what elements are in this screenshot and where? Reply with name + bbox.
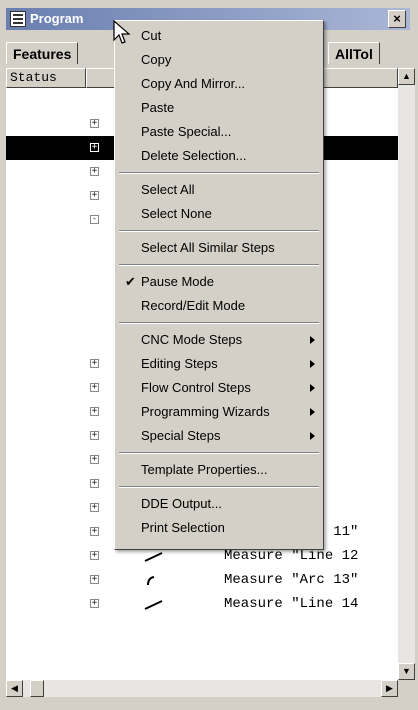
table-row[interactable]: + Measure "Arc 13" <box>6 568 398 592</box>
submenu-arrow-icon <box>310 336 315 344</box>
menu-item-programming-wizards[interactable]: Programming Wizards <box>115 401 323 423</box>
tab-alltol[interactable]: AllTol <box>328 42 380 64</box>
expand-icon[interactable]: + <box>90 479 99 488</box>
expand-icon[interactable]: + <box>90 527 99 536</box>
scroll-left-button[interactable]: ◀ <box>6 680 23 697</box>
expand-icon[interactable]: + <box>90 455 99 464</box>
menu-item-special-steps[interactable]: Special Steps <box>115 425 323 447</box>
horizontal-scrollbar[interactable]: ◀ ▶ <box>6 680 398 697</box>
menu-item-label: Editing Steps <box>141 356 218 371</box>
vertical-scrollbar[interactable]: ▲ ▼ <box>398 68 415 680</box>
menu-separator <box>119 264 319 266</box>
expand-icon[interactable]: + <box>90 119 99 128</box>
line-feature-icon <box>144 552 163 562</box>
menu-item-record-edit-mode[interactable]: Record/Edit Mode <box>115 295 323 317</box>
menu-item-delete-selection[interactable]: Delete Selection... <box>115 145 323 167</box>
menu-item-label: Select All <box>141 182 195 197</box>
expand-icon[interactable]: + <box>90 191 99 200</box>
submenu-arrow-icon <box>310 408 315 416</box>
expand-icon[interactable]: + <box>90 503 99 512</box>
context-menu: Cut Copy Copy And Mirror... Paste Paste Spec… <box>114 20 324 550</box>
menu-item-label: Cut <box>141 28 162 43</box>
menu-separator <box>119 230 319 232</box>
menu-separator <box>119 172 319 174</box>
menu-item-flow-control-steps[interactable]: Flow Control Steps <box>115 377 323 399</box>
expand-icon[interactable]: + <box>90 143 99 152</box>
submenu-arrow-icon <box>310 432 315 440</box>
menu-item-label: Paste <box>141 100 175 115</box>
menu-item-dde-output[interactable]: DDE Output... <box>115 493 323 515</box>
menu-item-editing-steps[interactable]: Editing Steps <box>115 353 323 375</box>
expand-icon[interactable]: + <box>90 551 99 560</box>
menu-item-label: Copy And Mirror... <box>141 76 246 91</box>
scroll-thumb[interactable] <box>30 680 44 697</box>
arc-feature-icon <box>147 576 155 586</box>
expand-icon[interactable]: + <box>90 575 99 584</box>
menu-separator <box>119 322 319 324</box>
menu-separator <box>119 452 319 454</box>
line-feature-icon <box>144 600 163 610</box>
menu-item-label: Select All Similar Steps <box>141 240 275 255</box>
menu-item-label: Select None <box>141 206 212 221</box>
window-title: Program <box>30 11 84 26</box>
step-label: Measure "Arc 13" <box>224 572 359 588</box>
menu-item-label: CNC Mode Steps <box>141 332 243 347</box>
expand-icon[interactable]: + <box>90 383 99 392</box>
menu-item-label: Delete Selection... <box>141 148 247 163</box>
column-header-status[interactable]: Status <box>6 68 86 88</box>
menu-item-copy[interactable]: Copy <box>115 49 323 71</box>
table-row[interactable]: + Measure "Line 14 <box>6 592 398 616</box>
menu-item-print-selection[interactable]: Print Selection <box>115 517 323 539</box>
submenu-arrow-icon <box>310 384 315 392</box>
scroll-down-button[interactable]: ▼ <box>398 663 415 680</box>
menu-item-select-all[interactable]: Select All <box>115 179 323 201</box>
menu-item-paste[interactable]: Paste <box>115 97 323 119</box>
menu-item-label: Special Steps <box>141 428 221 443</box>
menu-item-label: Programming Wizards <box>141 404 270 419</box>
menu-item-label: DDE Output... <box>141 496 222 511</box>
menu-item-label: Paste Special... <box>141 124 232 139</box>
collapse-icon[interactable]: - <box>90 215 99 224</box>
checkmark-icon: ✔ <box>125 274 136 289</box>
menu-item-pause-mode[interactable]: ✔ Pause Mode <box>115 271 323 293</box>
expand-icon[interactable]: + <box>90 167 99 176</box>
menu-item-cnc-mode-steps[interactable]: CNC Mode Steps <box>115 329 323 351</box>
menu-item-copy-and-mirror[interactable]: Copy And Mirror... <box>115 73 323 95</box>
mouse-pointer-icon <box>113 20 131 44</box>
expand-icon[interactable]: + <box>90 431 99 440</box>
program-window: Program × Features AllTol Status roperti… <box>0 0 418 710</box>
menu-item-label: Flow Control Steps <box>141 380 251 395</box>
expand-icon[interactable]: + <box>90 359 99 368</box>
menu-item-template-properties[interactable]: Template Properties... <box>115 459 323 481</box>
menu-item-label: Record/Edit Mode <box>141 298 246 313</box>
scroll-right-button[interactable]: ▶ <box>381 680 398 697</box>
menu-item-select-none[interactable]: Select None <box>115 203 323 225</box>
expand-icon[interactable]: + <box>90 407 99 416</box>
menu-item-label: Pause Mode <box>141 274 214 289</box>
menu-item-label: Template Properties... <box>141 462 268 477</box>
tab-features[interactable]: Features <box>6 42 79 64</box>
menu-separator <box>119 486 319 488</box>
scroll-up-button[interactable]: ▲ <box>398 68 415 85</box>
program-list-icon <box>10 11 26 27</box>
submenu-arrow-icon <box>310 360 315 368</box>
menu-item-label: Copy <box>141 52 172 67</box>
menu-item-select-all-similar-steps[interactable]: Select All Similar Steps <box>115 237 323 259</box>
close-button[interactable]: × <box>388 10 406 28</box>
menu-item-cut[interactable]: Cut <box>115 25 323 47</box>
step-label: Measure "Line 14 <box>224 596 359 612</box>
menu-item-paste-special[interactable]: Paste Special... <box>115 121 323 143</box>
expand-icon[interactable]: + <box>90 599 99 608</box>
menu-item-label: Print Selection <box>141 520 225 535</box>
